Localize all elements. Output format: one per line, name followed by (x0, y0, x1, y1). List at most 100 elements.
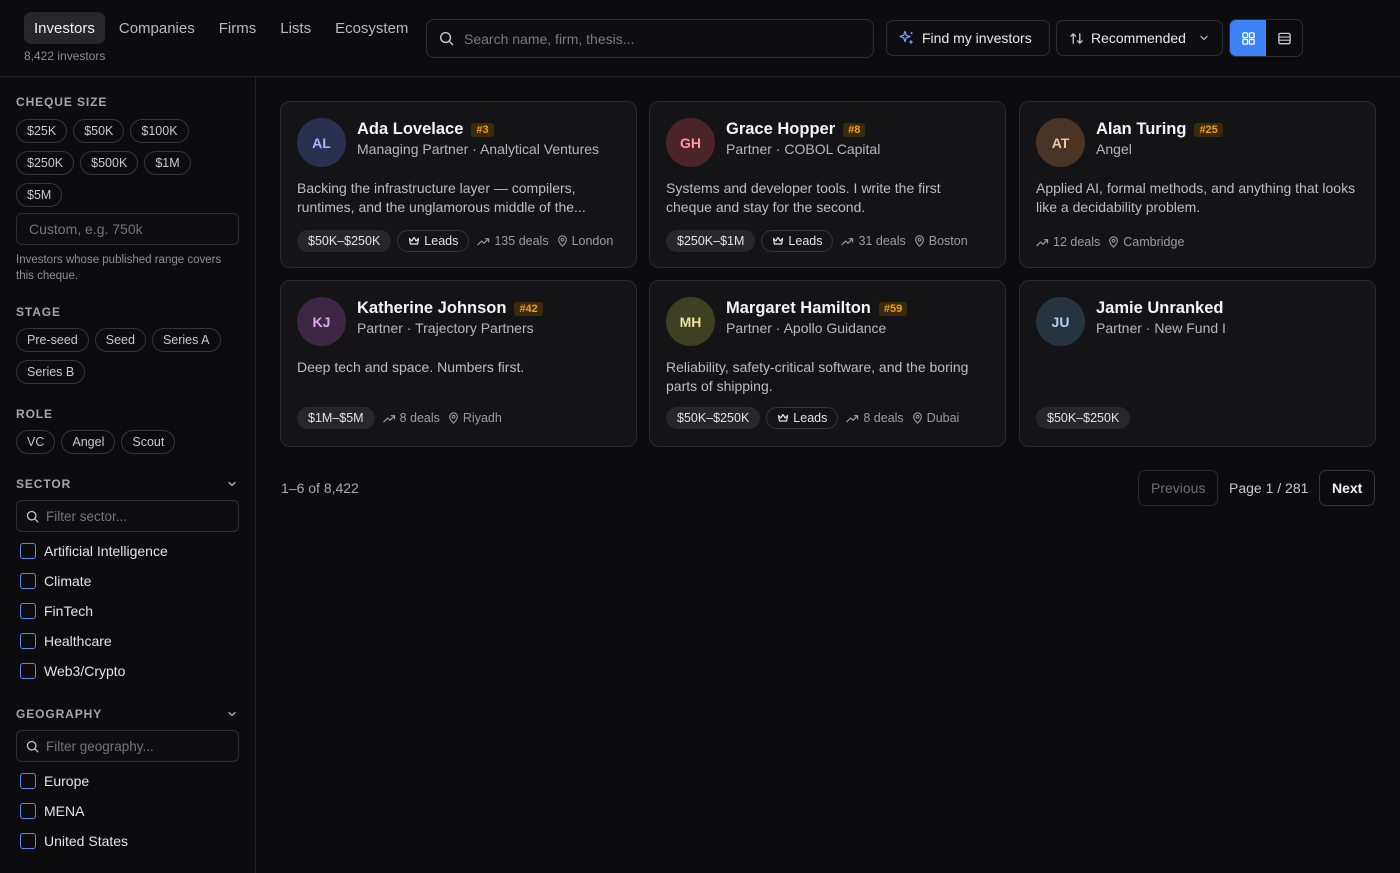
deal-count: 8 deals (846, 411, 904, 425)
geography-filter (16, 730, 239, 762)
chip-role[interactable]: Angel (61, 430, 116, 454)
investor-card[interactable]: MH Margaret Hamilton #59 Partner · Apollo G… (649, 280, 1006, 447)
cheque-size-chips: $25K $50K $100K $250K $500K $1M $5M (16, 119, 240, 207)
chip-cheque[interactable]: $50K (73, 119, 125, 143)
investor-name[interactable]: Grace Hopper (726, 120, 835, 139)
stage-chips: Pre-seed Seed Series A Series B (16, 328, 240, 384)
grid-icon (1241, 31, 1255, 45)
chip-stage[interactable]: Seed (94, 328, 146, 352)
grid-view-button[interactable] (1230, 20, 1266, 56)
sector-checkbox-row[interactable]: Healthcare (20, 633, 112, 649)
investor-card[interactable]: JU Jamie Unranked Partner · New Fund I $50K… (1019, 280, 1376, 447)
search-icon (26, 510, 39, 522)
chip-cheque[interactable]: $5M (16, 183, 63, 207)
top-bar: Investors Companies Firms Lists Ecosyste… (0, 0, 1400, 77)
map-pin-icon (914, 235, 924, 247)
geography-checkbox-row[interactable]: United States (20, 833, 128, 849)
find-my-investors-button[interactable]: Find my investors (886, 20, 1050, 56)
search-input[interactable] (464, 30, 844, 47)
find-my-investors-label: Find my investors (922, 30, 1032, 46)
tab-firms[interactable]: Firms (209, 12, 267, 44)
checkbox-label: United States (44, 833, 129, 849)
sector-checkbox-row[interactable]: FinTech (20, 603, 93, 619)
tab-ecosystem[interactable]: Ecosystem (325, 12, 418, 44)
chip-stage[interactable]: Series A (151, 328, 221, 352)
chip-cheque[interactable]: $100K (130, 119, 189, 143)
investor-name[interactable]: Margaret Hamilton (726, 299, 871, 318)
investor-name[interactable]: Alan Turing (1096, 120, 1186, 139)
investor-name[interactable]: Jamie Unranked (1096, 299, 1223, 318)
chip-cheque[interactable]: $25K (16, 119, 68, 143)
search-icon (439, 31, 454, 46)
checkbox[interactable] (20, 603, 36, 619)
rank-badge: #8 (843, 122, 866, 137)
chevron-down-icon (1200, 35, 1208, 41)
investor-name[interactable]: Ada Lovelace (357, 120, 463, 139)
chip-stage[interactable]: Pre-seed (16, 328, 89, 352)
deal-count-label: 8 deals (399, 411, 440, 425)
chevron-down-icon[interactable] (226, 708, 238, 720)
geography-checkbox-row[interactable]: Europe (20, 773, 89, 789)
sort-select[interactable]: Recommended (1056, 20, 1223, 56)
location: Dubai (912, 411, 959, 425)
tab-lists[interactable]: Lists (270, 12, 321, 44)
sector-checkbox-row[interactable]: Climate (20, 573, 91, 589)
checkbox[interactable] (20, 543, 36, 559)
deal-count-label: 135 deals (494, 234, 549, 248)
sparkle-icon (899, 30, 914, 45)
checkbox[interactable] (20, 773, 36, 789)
investor-thesis: Applied AI, formal methods, and anything… (1036, 180, 1356, 215)
sector-checkbox-row[interactable]: Artificial Intelligence (20, 543, 168, 559)
investor-count: 8,422 investors (24, 49, 106, 63)
cheque-range-pill: $50K–$250K (1036, 407, 1131, 429)
chevron-down-icon[interactable] (226, 478, 238, 490)
chip-role[interactable]: Scout (121, 430, 176, 454)
investor-name[interactable]: Katherine Johnson (357, 299, 506, 318)
next-button[interactable]: Next (1319, 470, 1376, 506)
map-pin-icon (912, 412, 922, 424)
geography-checkbox-row[interactable]: MENA (20, 803, 84, 819)
investor-card[interactable]: GH Grace Hopper #8 Partner · COBOL Capital S… (649, 101, 1006, 268)
investor-card[interactable]: KJ Katherine Johnson #42 Partner · Trajecto… (280, 280, 637, 447)
tab-investors[interactable]: Investors (24, 12, 105, 44)
cheque-size-title: CHEQUE SIZE (16, 95, 108, 109)
checkbox[interactable] (20, 663, 36, 679)
location: Riyadh (448, 411, 502, 425)
investor-card[interactable]: AL Ada Lovelace #3 Managing Partner · Analy… (280, 101, 637, 268)
geography-title[interactable]: GEOGRAPHY (16, 707, 102, 721)
sort-label: Recommended (1091, 30, 1186, 46)
sector-checkbox-row[interactable]: Web3/Crypto (20, 663, 125, 679)
chip-stage[interactable]: Series B (16, 360, 86, 384)
list-view-button[interactable] (1266, 20, 1302, 56)
tab-companies[interactable]: Companies (109, 12, 205, 44)
chip-cheque[interactable]: $500K (80, 151, 139, 175)
rank-badge: #42 (514, 301, 543, 316)
page-indicator: Page 1 / 281 (1229, 480, 1309, 496)
geography-filter-input[interactable] (46, 738, 236, 754)
map-pin-icon (1109, 236, 1119, 248)
checkbox-label: Climate (44, 573, 92, 589)
cheque-range-pill: $50K–$250K (666, 407, 761, 429)
investor-role: Partner · Trajectory Partners (357, 320, 534, 336)
avatar: MH (666, 297, 715, 346)
checkbox[interactable] (20, 633, 36, 649)
investor-card[interactable]: AT Alan Turing #25 Angel Applied AI, formal … (1019, 101, 1376, 268)
crown-icon (778, 413, 789, 422)
sector-filter-input[interactable] (46, 508, 236, 524)
custom-cheque-input[interactable] (16, 213, 239, 245)
deal-count: 31 deals (841, 234, 906, 248)
chip-role[interactable]: VC (16, 430, 56, 454)
avatar: AT (1036, 118, 1085, 167)
checkbox[interactable] (20, 833, 36, 849)
deal-count: 12 deals (1036, 235, 1100, 249)
trending-up-icon (477, 238, 490, 246)
chip-cheque[interactable]: $1M (144, 151, 191, 175)
cheque-range-pill: $250K–$1M (666, 230, 756, 252)
checkbox[interactable] (20, 803, 36, 819)
sector-title[interactable]: SECTOR (16, 477, 71, 491)
main-nav: Investors Companies Firms Lists Ecosyste… (24, 12, 422, 44)
checkbox[interactable] (20, 573, 36, 589)
chip-cheque[interactable]: $250K (16, 151, 75, 175)
previous-button[interactable]: Previous (1138, 470, 1219, 506)
card-meta: $50K–$250K (1036, 407, 1131, 429)
